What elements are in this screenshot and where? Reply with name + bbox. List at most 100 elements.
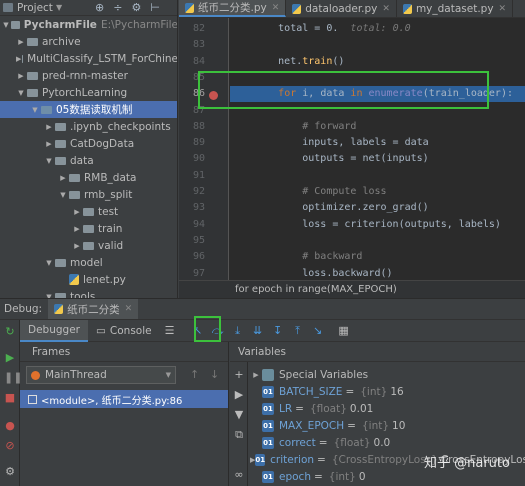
tree-item[interactable]: ▼ rmb_split xyxy=(0,186,177,203)
tree-item[interactable]: ▶ test xyxy=(0,203,177,220)
tree-item[interactable]: ▶ MultiClassify_LSTM_ForChine xyxy=(0,50,177,67)
tree-item[interactable]: ▼ data xyxy=(0,152,177,169)
frame-row[interactable]: <module>, 纸币二分类.py:86 xyxy=(20,390,228,408)
code-line[interactable]: # backward xyxy=(230,249,525,265)
tree-item[interactable]: ▶ train xyxy=(0,220,177,237)
add-watch-icon[interactable]: + xyxy=(233,368,245,381)
chevron-down-icon[interactable]: ▼ xyxy=(58,191,68,199)
line-number-gutter[interactable]: 82 83 84 85 86 87 88 89 90 91 92 93 94 95 96 97 xyxy=(179,18,229,280)
chevron-right-icon[interactable]: ▶ xyxy=(72,208,82,216)
chevron-right-icon[interactable]: ▶ xyxy=(44,123,54,131)
force-step-into-icon[interactable]: ↧ xyxy=(271,324,285,338)
variable-row[interactable]: 01 LR = {float} 0.01 xyxy=(250,400,525,417)
step-into-icon[interactable]: ⤓ xyxy=(231,324,245,338)
code-line[interactable]: net.train() xyxy=(230,54,525,70)
tree-item[interactable]: ▼ PytorchLearning xyxy=(0,84,177,101)
code-line[interactable] xyxy=(230,233,525,249)
view-breakpoints-icon[interactable]: ● xyxy=(4,420,16,432)
code-line[interactable]: inputs, labels = data xyxy=(230,135,525,151)
show-watches-icon[interactable]: ∞ xyxy=(233,468,245,481)
code-area[interactable]: total = 0. total: 0.0 net.train() for i,… xyxy=(230,18,525,280)
chevron-down-icon[interactable]: ▼ xyxy=(30,106,40,114)
arrow-up-icon[interactable]: ↑ xyxy=(190,368,199,381)
chevron-right-icon[interactable]: ▶ xyxy=(16,38,26,46)
chevron-down-icon[interactable]: ▼ xyxy=(56,3,62,12)
code-line[interactable]: loss = criterion(outputs, labels) xyxy=(230,217,525,233)
variable-row[interactable]: 01 MAX_EPOCH = {int} 10 xyxy=(250,417,525,434)
tree-item-label: archive xyxy=(42,35,81,48)
variables-actions-strip: + ▶ ▼ ⧉ ∞ xyxy=(230,362,248,486)
code-line[interactable]: total = 0. total: 0.0 xyxy=(230,21,525,37)
chevron-right-icon[interactable]: ▶ xyxy=(16,72,26,80)
tree-item[interactable]: ▼ tools xyxy=(0,288,177,298)
chevron-right-icon[interactable]: ▶ xyxy=(44,140,54,148)
code-line[interactable] xyxy=(230,37,525,53)
tree-item[interactable]: ▶ RMB_data xyxy=(0,169,177,186)
breadcrumb[interactable]: for epoch in range(MAX_EPOCH) xyxy=(179,280,525,298)
locate-icon[interactable]: ⊕ xyxy=(95,1,104,14)
tab-console[interactable]: ▭ Console xyxy=(88,320,160,342)
thread-select[interactable]: MainThread ▼ xyxy=(26,366,176,384)
chevron-right-icon[interactable]: ▶ xyxy=(250,371,262,379)
tree-item[interactable]: ▼ 05数据读取机制 xyxy=(0,101,177,118)
code-line[interactable]: # Compute loss xyxy=(230,184,525,200)
tree-item[interactable]: ▶ CatDogData xyxy=(0,135,177,152)
step-out-icon[interactable]: ⤒ xyxy=(291,324,305,338)
stop-icon[interactable]: ■ xyxy=(4,392,16,404)
debug-session-tab[interactable]: 纸币二分类 ✕ xyxy=(48,299,139,319)
chevron-right-icon[interactable]: ▶ xyxy=(58,174,68,182)
pause-icon[interactable]: ❚❚ xyxy=(4,372,22,384)
code-line[interactable]: outputs = net(inputs) xyxy=(230,151,525,167)
editor-tab[interactable]: 纸币二分类.py ✕ xyxy=(179,0,287,17)
code-line[interactable]: # forward xyxy=(230,119,525,135)
hide-icon[interactable]: ⊢ xyxy=(150,1,160,14)
tree-item[interactable]: ▶ pred-rnn-master xyxy=(0,67,177,84)
chevron-right-icon[interactable]: ▶ xyxy=(16,55,21,63)
tree-item[interactable]: ▶ .ipynb_checkpoints xyxy=(0,118,177,135)
tab-debugger[interactable]: Debugger xyxy=(20,319,88,342)
tree-item[interactable]: ▶ valid xyxy=(0,237,177,254)
close-icon[interactable]: ✕ xyxy=(272,3,280,13)
project-view-icon xyxy=(3,3,13,12)
collapse-icon[interactable]: ÷ xyxy=(113,1,122,14)
tree-item[interactable]: lenet.py xyxy=(0,271,177,288)
chevron-right-icon[interactable]: ▶ xyxy=(72,225,82,233)
copy-icon[interactable]: ⧉ xyxy=(233,428,245,442)
menu-icon[interactable]: ☰ xyxy=(163,324,177,338)
line-number: 82 xyxy=(192,23,205,34)
step-into-my-code-icon[interactable]: ⇊ xyxy=(251,324,265,338)
settings-icon[interactable]: ⚙ xyxy=(4,466,16,478)
resume-icon[interactable]: ▶ xyxy=(4,352,16,364)
chevron-down-icon[interactable]: ▼ xyxy=(44,157,54,165)
editor-tab[interactable]: dataloader.py ✕ xyxy=(286,0,397,17)
chevron-right-icon[interactable]: ▶ xyxy=(72,242,82,250)
mute-breakpoints-icon[interactable]: ⊘ xyxy=(4,440,16,452)
tree-item[interactable]: ▶ archive xyxy=(0,33,177,50)
rerun-icon[interactable]: ↻ xyxy=(4,326,16,338)
editor-tab-label: my_dataset.py xyxy=(415,2,494,15)
variable-type: {int} xyxy=(360,385,388,398)
tree-item[interactable]: ▼ model xyxy=(0,254,177,271)
chevron-down-icon[interactable]: ▼ xyxy=(16,89,26,97)
expand-icon[interactable]: ▶ xyxy=(233,388,245,401)
code-line[interactable]: optimizer.zero_grad() xyxy=(230,200,525,216)
code-line[interactable]: loss.backward() xyxy=(230,266,525,281)
project-panel-header[interactable]: Project ▼ ⊕ ÷ ⚙ ⊢ xyxy=(0,0,177,16)
variable-row[interactable]: 01 BATCH_SIZE = {int} 16 xyxy=(250,383,525,400)
arrow-down-icon[interactable]: ↓ xyxy=(210,368,219,381)
collapse-icon[interactable]: ▼ xyxy=(233,408,245,421)
close-icon[interactable]: ✕ xyxy=(125,304,133,314)
variable-row[interactable]: 01 correct = {float} 0.0 xyxy=(250,434,525,451)
gear-icon[interactable]: ⚙ xyxy=(131,1,141,14)
code-line[interactable] xyxy=(230,168,525,184)
editor-tab[interactable]: my_dataset.py ✕ xyxy=(397,0,514,17)
variable-icon: 01 xyxy=(262,419,274,432)
close-icon[interactable]: ✕ xyxy=(382,4,390,14)
chevron-down-icon[interactable]: ▼ xyxy=(44,259,54,267)
variable-row[interactable]: ▶ Special Variables xyxy=(250,366,525,383)
evaluate-expression-icon[interactable]: ▦ xyxy=(337,324,351,338)
chevron-down-icon[interactable]: ▼ xyxy=(2,21,10,29)
tree-item[interactable]: ▼ PycharmFile E:\PycharmFile xyxy=(0,16,177,33)
close-icon[interactable]: ✕ xyxy=(499,4,507,14)
run-to-cursor-icon[interactable]: ↘ xyxy=(311,324,325,338)
